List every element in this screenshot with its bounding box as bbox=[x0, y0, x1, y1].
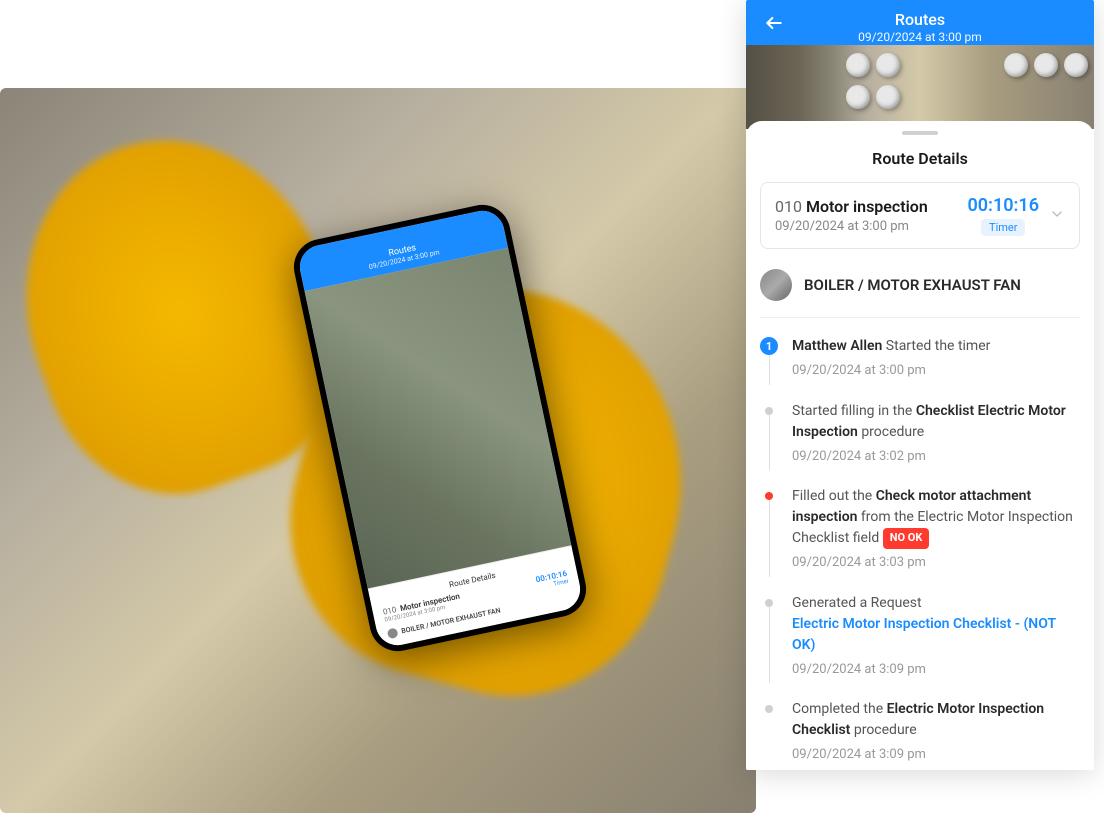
arrow-left-icon bbox=[764, 13, 784, 33]
app-panel: Routes 09/20/2024 at 3:00 pm Route Detai… bbox=[746, 0, 1094, 770]
timeline-text-plain: Completed the bbox=[792, 701, 887, 717]
timeline-content: Started filling in the Checklist Electri… bbox=[792, 401, 1080, 467]
timeline-content: Generated a Request Electric Motor Inspec… bbox=[792, 593, 1080, 680]
timeline-dot bbox=[765, 407, 773, 415]
timeline-date: 09/20/2024 at 3:00 pm bbox=[792, 361, 1080, 381]
details-title: Route Details bbox=[746, 149, 1094, 168]
timeline-text: Matthew Allen Started the timer bbox=[792, 336, 1080, 357]
map-view[interactable] bbox=[746, 45, 1094, 129]
status-badge-no-ok: NO OK bbox=[883, 528, 930, 549]
timeline: 1 Matthew Allen Started the timer 09/20/20… bbox=[746, 328, 1094, 770]
page-title: Routes bbox=[746, 10, 1094, 29]
task-date: 09/20/2024 at 3:00 pm bbox=[775, 219, 967, 234]
timeline-text: Generated a Request Electric Motor Inspec… bbox=[792, 593, 1080, 656]
timeline-text-plain: procedure bbox=[850, 722, 916, 738]
map-marker bbox=[1064, 53, 1088, 77]
back-button[interactable] bbox=[762, 11, 786, 35]
timeline-date: 09/20/2024 at 3:03 pm bbox=[792, 553, 1080, 573]
page-subtitle: 09/20/2024 at 3:00 pm bbox=[746, 30, 1094, 44]
map-marker bbox=[1004, 53, 1028, 77]
background-photo: Routes 09/20/2024 at 3:00 pm Route Detai… bbox=[0, 88, 756, 813]
timeline-date: 09/20/2024 at 3:02 pm bbox=[792, 447, 1080, 467]
map-marker bbox=[876, 53, 900, 77]
timeline-item: Started filling in the Checklist Electri… bbox=[760, 401, 1080, 487]
asset-avatar bbox=[760, 269, 792, 301]
timeline-number-badge: 1 bbox=[760, 337, 778, 355]
timeline-text-plain: procedure bbox=[858, 424, 924, 440]
timeline-marker bbox=[760, 699, 778, 765]
timeline-dot bbox=[765, 705, 773, 713]
timeline-text-plain: Started filling in the bbox=[792, 403, 916, 419]
timeline-text: Filled out the Check motor attachment in… bbox=[792, 486, 1080, 549]
map-marker bbox=[1034, 53, 1058, 77]
timeline-date: 09/20/2024 at 3:09 pm bbox=[792, 745, 1080, 765]
task-id: 010 bbox=[775, 197, 802, 216]
asset-name: BOILER / MOTOR EXHAUST FAN bbox=[804, 276, 1021, 294]
timeline-content: Filled out the Check motor attachment in… bbox=[792, 486, 1080, 573]
timeline-item: Completed the Electric Motor Inspection … bbox=[760, 699, 1080, 770]
timeline-content: Matthew Allen Started the timer 09/20/202… bbox=[792, 336, 1080, 381]
timeline-text-strong: Matthew Allen bbox=[792, 338, 886, 354]
task-card[interactable]: 010 Motor inspection 09/20/2024 at 3:00 … bbox=[760, 182, 1080, 249]
chevron-down-icon bbox=[1049, 206, 1065, 226]
timeline-dot bbox=[765, 599, 773, 607]
timeline-link[interactable]: Electric Motor Inspection Checklist - (N… bbox=[792, 616, 1056, 653]
timeline-marker: 1 bbox=[760, 336, 778, 381]
timeline-text: Started filling in the Checklist Electri… bbox=[792, 401, 1080, 443]
details-panel: Route Details 010 Motor inspection 09/20… bbox=[746, 121, 1094, 770]
timeline-marker bbox=[760, 486, 778, 573]
timeline-item: 1 Matthew Allen Started the timer 09/20/20… bbox=[760, 336, 1080, 401]
map-marker bbox=[846, 85, 870, 109]
timeline-item: Filled out the Check motor attachment in… bbox=[760, 486, 1080, 593]
timeline-text-plain: Filled out the bbox=[792, 488, 876, 504]
asset-row[interactable]: BOILER / MOTOR EXHAUST FAN bbox=[760, 263, 1080, 318]
timeline-content: Completed the Electric Motor Inspection … bbox=[792, 699, 1080, 765]
task-name: Motor inspection bbox=[806, 197, 928, 216]
timeline-marker bbox=[760, 401, 778, 467]
timeline-text-plain: Generated a Request bbox=[792, 595, 922, 611]
map-marker bbox=[876, 85, 900, 109]
timeline-item: Generated a Request Electric Motor Inspec… bbox=[760, 593, 1080, 700]
app-header: Routes 09/20/2024 at 3:00 pm bbox=[746, 0, 1094, 45]
timeline-date: 09/20/2024 at 3:09 pm bbox=[792, 660, 1080, 680]
timer-value: 00:10:16 bbox=[967, 195, 1039, 216]
phone-asset-icon bbox=[387, 627, 399, 639]
timer-badge: Timer bbox=[981, 219, 1025, 236]
timeline-marker bbox=[760, 593, 778, 680]
map-marker bbox=[846, 53, 870, 77]
timeline-text-plain: Started the timer bbox=[886, 338, 991, 354]
drag-handle[interactable] bbox=[902, 131, 938, 135]
timeline-text: Completed the Electric Motor Inspection … bbox=[792, 699, 1080, 741]
timeline-dot-error bbox=[765, 492, 773, 500]
